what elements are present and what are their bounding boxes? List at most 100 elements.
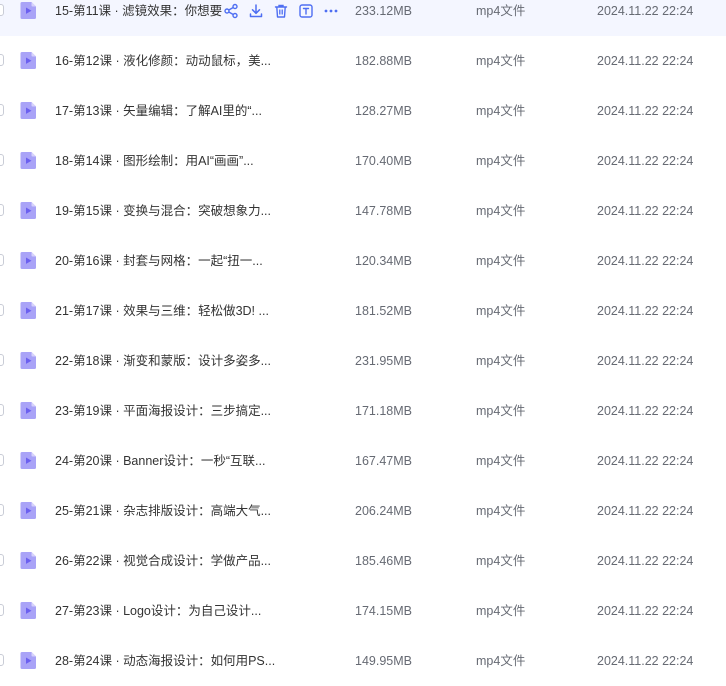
file-modified-date: 2024.11.22 22:24	[597, 54, 694, 68]
file-name[interactable]: 24-第20课 · Banner设计：一秒“互联...	[55, 436, 265, 486]
row-hover-actions	[223, 3, 348, 19]
share-icon[interactable]	[223, 3, 239, 19]
file-modified-date: 2024.11.22 22:24	[597, 104, 694, 118]
file-name[interactable]: 27-第23课 · Logo设计：为自己设计...	[55, 586, 261, 636]
file-row-7[interactable]: 21-第17课 · 效果与三维：轻松做3D! ... 181.52MB mp4文…	[0, 286, 726, 336]
file-name[interactable]: 25-第21课 · 杂志排版设计：高端大气...	[55, 486, 271, 536]
row-checkbox[interactable]	[0, 204, 4, 216]
file-list: 15-第11课 · 滤镜效果：你想要 233.12MB mp4文件 2024.1…	[0, 0, 726, 686]
video-file-icon	[19, 251, 38, 270]
row-checkbox[interactable]	[0, 654, 4, 666]
file-size: 147.78MB	[355, 204, 412, 218]
file-modified-date: 2024.11.22 22:24	[597, 604, 694, 618]
file-modified-date: 2024.11.22 22:24	[597, 4, 694, 18]
file-name[interactable]: 18-第14课 · 图形绘制：用AI“画画”...	[55, 136, 254, 186]
video-file-icon	[19, 401, 38, 420]
file-size: 233.12MB	[355, 4, 412, 18]
row-checkbox[interactable]	[0, 104, 4, 116]
file-size: 120.34MB	[355, 254, 412, 268]
file-size: 185.46MB	[355, 554, 412, 568]
file-name[interactable]: 26-第22课 · 视觉合成设计：学做产品...	[55, 536, 271, 586]
file-modified-date: 2024.11.22 22:24	[597, 154, 694, 168]
video-file-icon	[19, 451, 38, 470]
file-name[interactable]: 28-第24课 · 动态海报设计：如何用PS...	[55, 636, 275, 686]
file-size: 170.40MB	[355, 154, 412, 168]
file-row-2[interactable]: 16-第12课 · 液化修颜：动动鼠标，美... 182.88MB mp4文件 …	[0, 36, 726, 86]
file-size: 182.88MB	[355, 54, 412, 68]
row-checkbox[interactable]	[0, 454, 4, 466]
video-file-icon	[19, 301, 38, 320]
row-checkbox[interactable]	[0, 504, 4, 516]
delete-icon[interactable]	[273, 3, 289, 19]
file-type: mp4文件	[476, 254, 526, 268]
file-modified-date: 2024.11.22 22:24	[597, 454, 694, 468]
file-name[interactable]: 16-第12课 · 液化修颜：动动鼠标，美...	[55, 36, 271, 86]
file-type: mp4文件	[476, 54, 526, 68]
video-file-icon	[19, 551, 38, 570]
file-type: mp4文件	[476, 604, 526, 618]
video-file-icon	[19, 51, 38, 70]
file-size: 167.47MB	[355, 454, 412, 468]
file-row-9[interactable]: 23-第19课 · 平面海报设计：三步搞定... 171.18MB mp4文件 …	[0, 386, 726, 436]
download-icon[interactable]	[248, 3, 264, 19]
file-size: 181.52MB	[355, 304, 412, 318]
file-size: 206.24MB	[355, 504, 412, 518]
file-type: mp4文件	[476, 204, 526, 218]
file-row-3[interactable]: 17-第13课 · 矢量编辑：了解AI里的“... 128.27MB mp4文件…	[0, 86, 726, 136]
row-checkbox[interactable]	[0, 404, 4, 416]
file-type: mp4文件	[476, 554, 526, 568]
file-row-11[interactable]: 25-第21课 · 杂志排版设计：高端大气... 206.24MB mp4文件 …	[0, 486, 726, 536]
file-name[interactable]: 22-第18课 · 渐变和蒙版：设计多姿多...	[55, 336, 271, 386]
row-checkbox[interactable]	[0, 354, 4, 366]
file-modified-date: 2024.11.22 22:24	[597, 304, 694, 318]
text-icon[interactable]	[298, 3, 314, 19]
file-size: 128.27MB	[355, 104, 412, 118]
file-row-14[interactable]: 28-第24课 · 动态海报设计：如何用PS... 149.95MB mp4文件…	[0, 636, 726, 686]
file-type: mp4文件	[476, 654, 526, 668]
file-type: mp4文件	[476, 404, 526, 418]
file-row-8[interactable]: 22-第18课 · 渐变和蒙版：设计多姿多... 231.95MB mp4文件 …	[0, 336, 726, 386]
file-name[interactable]: 23-第19课 · 平面海报设计：三步搞定...	[55, 386, 271, 436]
file-row-6[interactable]: 20-第16课 · 封套与网格：一起“扭一... 120.34MB mp4文件 …	[0, 236, 726, 286]
video-file-icon	[19, 351, 38, 370]
row-checkbox[interactable]	[0, 4, 4, 16]
file-size: 149.95MB	[355, 654, 412, 668]
file-type: mp4文件	[476, 104, 526, 118]
file-row-4[interactable]: 18-第14课 · 图形绘制：用AI“画画”... 170.40MB mp4文件…	[0, 136, 726, 186]
file-name[interactable]: 20-第16课 · 封套与网格：一起“扭一...	[55, 236, 263, 286]
file-modified-date: 2024.11.22 22:24	[597, 354, 694, 368]
file-modified-date: 2024.11.22 22:24	[597, 404, 694, 418]
file-type: mp4文件	[476, 154, 526, 168]
file-type: mp4文件	[476, 354, 526, 368]
video-file-icon	[19, 101, 38, 120]
file-type: mp4文件	[476, 454, 526, 468]
row-checkbox[interactable]	[0, 154, 4, 166]
file-name[interactable]: 21-第17课 · 效果与三维：轻松做3D! ...	[55, 286, 269, 336]
file-size: 171.18MB	[355, 404, 412, 418]
video-file-icon	[19, 1, 38, 20]
file-row-5[interactable]: 19-第15课 · 变换与混合：突破想象力... 147.78MB mp4文件 …	[0, 186, 726, 236]
file-row-13[interactable]: 27-第23课 · Logo设计：为自己设计... 174.15MB mp4文件…	[0, 586, 726, 636]
file-name[interactable]: 17-第13课 · 矢量编辑：了解AI里的“...	[55, 86, 262, 136]
file-size: 174.15MB	[355, 604, 412, 618]
more-icon[interactable]	[323, 3, 339, 19]
video-file-icon	[19, 201, 38, 220]
file-modified-date: 2024.11.22 22:24	[597, 254, 694, 268]
row-checkbox[interactable]	[0, 304, 4, 316]
row-checkbox[interactable]	[0, 54, 4, 66]
row-checkbox[interactable]	[0, 254, 4, 266]
file-name[interactable]: 15-第11课 · 滤镜效果：你想要	[55, 0, 222, 36]
file-type: mp4文件	[476, 304, 526, 318]
row-checkbox[interactable]	[0, 554, 4, 566]
file-size: 231.95MB	[355, 354, 412, 368]
file-type: mp4文件	[476, 504, 526, 518]
file-modified-date: 2024.11.22 22:24	[597, 654, 694, 668]
file-row-10[interactable]: 24-第20课 · Banner设计：一秒“互联... 167.47MB mp4…	[0, 436, 726, 486]
file-row-1[interactable]: 15-第11课 · 滤镜效果：你想要 233.12MB mp4文件 2024.1…	[0, 0, 726, 36]
file-name[interactable]: 19-第15课 · 变换与混合：突破想象力...	[55, 186, 271, 236]
row-checkbox[interactable]	[0, 604, 4, 616]
video-file-icon	[19, 651, 38, 670]
file-type: mp4文件	[476, 4, 526, 18]
file-modified-date: 2024.11.22 22:24	[597, 204, 694, 218]
file-row-12[interactable]: 26-第22课 · 视觉合成设计：学做产品... 185.46MB mp4文件 …	[0, 536, 726, 586]
